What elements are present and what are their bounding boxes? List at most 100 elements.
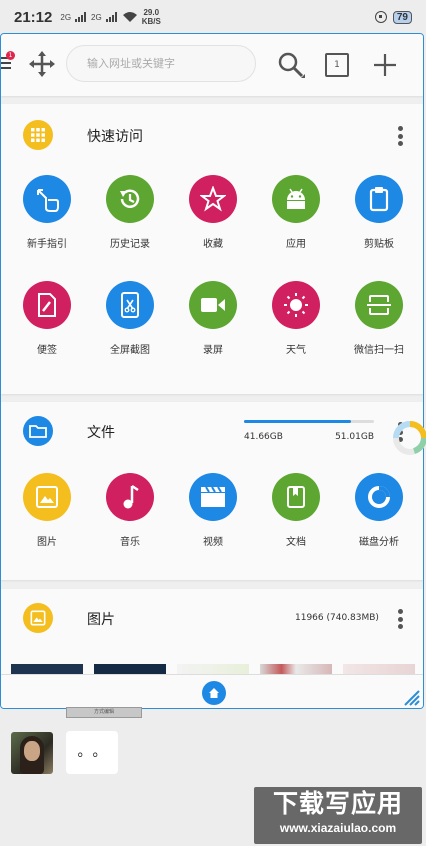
signal-icon-2: [105, 12, 117, 22]
battery-indicator: 79: [392, 10, 412, 24]
status-time: 21:12: [14, 8, 53, 26]
chat-bubble[interactable]: 。。: [66, 731, 118, 774]
android-icon: [272, 175, 320, 223]
avatar[interactable]: [11, 732, 53, 774]
picture-thumbnails: [11, 664, 423, 674]
picture-thumbnail[interactable]: [260, 664, 332, 674]
net-speed: 29.0 KB/S: [142, 8, 161, 26]
image-icon: [23, 473, 71, 521]
watermark-url: www.xiazaiulao.com: [279, 821, 397, 835]
search-input[interactable]: 输入网址或关键字: [66, 45, 256, 82]
sim1-label: 2G: [60, 12, 72, 22]
net-speed-unit: KB/S: [141, 17, 161, 26]
status-bar: 21:12 2G 2G 29.0 KB/S 79: [0, 0, 426, 34]
video-camera-icon: [189, 281, 237, 329]
top-bar: 1 输入网址或关键字 1: [1, 34, 423, 96]
pictures-icon: [23, 603, 53, 633]
file-item-videos[interactable]: 视频: [178, 473, 248, 548]
notification-badge: 1: [6, 51, 15, 60]
quick-item-notes[interactable]: 便签: [12, 281, 82, 356]
watermark-logo: 下载写应用 www.xiazaiulao.com: [254, 787, 422, 844]
storage-used: 41.66GB: [244, 432, 283, 442]
quick-item-history[interactable]: 历史记录: [95, 175, 165, 250]
disk-analysis-icon: [355, 473, 403, 521]
file-item-disk-analysis[interactable]: 磁盘分析: [344, 473, 414, 548]
pictures-more-icon[interactable]: [394, 607, 406, 631]
quick-item-screenshot[interactable]: 全屏截图: [95, 281, 165, 356]
bottom-bar: [1, 674, 423, 708]
quick-item-label: 新手指引: [27, 239, 67, 250]
files-card: 文件 41.66GB 51.01GB 图片 音乐 视频 文档 磁盘分析: [1, 402, 423, 580]
quick-item-label: 全屏截图: [110, 345, 150, 356]
clipboard-icon: [355, 175, 403, 223]
apps-grid-icon: [23, 120, 53, 150]
quick-item-weather[interactable]: 天气: [261, 281, 331, 356]
wifi-icon: [122, 12, 137, 22]
rotation-lock-icon: [374, 11, 387, 23]
note-edit-icon: [23, 281, 71, 329]
screenshot-icon: [106, 281, 154, 329]
home-button[interactable]: [202, 681, 226, 705]
file-item-documents[interactable]: 文档: [261, 473, 331, 548]
quick-access-card: 快速访问 新手指引 历史记录 收藏 应用 剪贴板 便签 全屏截图 录屏 天气 微…: [1, 104, 423, 394]
sun-icon: [272, 281, 320, 329]
chat-image-message[interactable]: 方式编辑: [66, 707, 142, 718]
file-item-music[interactable]: 音乐: [95, 473, 165, 548]
files-title: 文件: [87, 425, 115, 441]
storage-bar-fill: [244, 420, 351, 423]
star-icon: [189, 175, 237, 223]
picture-thumbnail[interactable]: [94, 664, 166, 674]
quick-item-record-screen[interactable]: 录屏: [178, 281, 248, 356]
quick-item-clipboard[interactable]: 剪贴板: [344, 175, 414, 250]
move-icon[interactable]: [29, 51, 55, 77]
quick-item-guide[interactable]: 新手指引: [12, 175, 82, 250]
resize-corner-icon-bottom[interactable]: [403, 689, 421, 707]
pictures-card: 图片 11966 (740.83MB): [1, 589, 423, 674]
quick-item-label: 历史记录: [110, 239, 150, 250]
file-item-label: 图片: [37, 537, 57, 548]
file-item-label: 视频: [203, 537, 223, 548]
folder-icon: [23, 416, 53, 446]
file-item-images[interactable]: 图片: [12, 473, 82, 548]
document-icon: [272, 473, 320, 521]
storage-bar: [244, 420, 374, 423]
picture-thumbnail[interactable]: [11, 664, 83, 674]
floating-ball-icon[interactable]: [392, 420, 426, 456]
hand-pointer-icon: [23, 175, 71, 223]
quick-item-apps[interactable]: 应用: [261, 175, 331, 250]
search-icon[interactable]: [277, 51, 305, 79]
file-item-label: 文档: [286, 537, 306, 548]
watermark-title: 下载写应用: [272, 789, 403, 818]
net-speed-value: 29.0: [143, 8, 160, 17]
clapperboard-icon: [189, 473, 237, 521]
sim2-label: 2G: [91, 12, 102, 22]
quick-item-label: 收藏: [203, 239, 223, 250]
signal-group: 2G 2G: [60, 11, 137, 23]
quick-item-label: 微信扫一扫: [354, 345, 404, 356]
quick-item-wechat-scan[interactable]: 微信扫一扫: [344, 281, 414, 356]
signal-icon: [75, 12, 87, 22]
quick-item-label: 应用: [286, 239, 306, 250]
quick-item-label: 天气: [286, 345, 306, 356]
quick-item-label: 剪贴板: [364, 239, 394, 250]
home-icon: [209, 688, 219, 698]
picture-thumbnail[interactable]: [343, 664, 415, 674]
quick-access-more-icon[interactable]: [394, 124, 406, 148]
music-note-icon: [106, 473, 154, 521]
scan-icon: [355, 281, 403, 329]
storage-total: 51.01GB: [335, 432, 374, 442]
quick-item-label: 录屏: [203, 345, 223, 356]
storage-usage: 41.66GB 51.01GB: [244, 420, 374, 442]
file-item-label: 音乐: [120, 537, 140, 548]
floating-window: 1 输入网址或关键字 1 快速访问 新手指引 历史记录 收藏 应用 剪贴板 便签…: [0, 33, 424, 709]
picture-thumbnail[interactable]: [177, 664, 249, 674]
quick-item-favorites[interactable]: 收藏: [178, 175, 248, 250]
pictures-title: 图片: [87, 612, 115, 628]
pictures-count: 11966 (740.83MB): [295, 613, 379, 623]
tabs-button[interactable]: 1: [325, 53, 349, 77]
add-tab-icon[interactable]: [373, 53, 397, 77]
file-item-label: 磁盘分析: [359, 537, 399, 548]
quick-access-title: 快速访问: [87, 129, 143, 145]
history-icon: [106, 175, 154, 223]
quick-item-label: 便签: [37, 345, 57, 356]
